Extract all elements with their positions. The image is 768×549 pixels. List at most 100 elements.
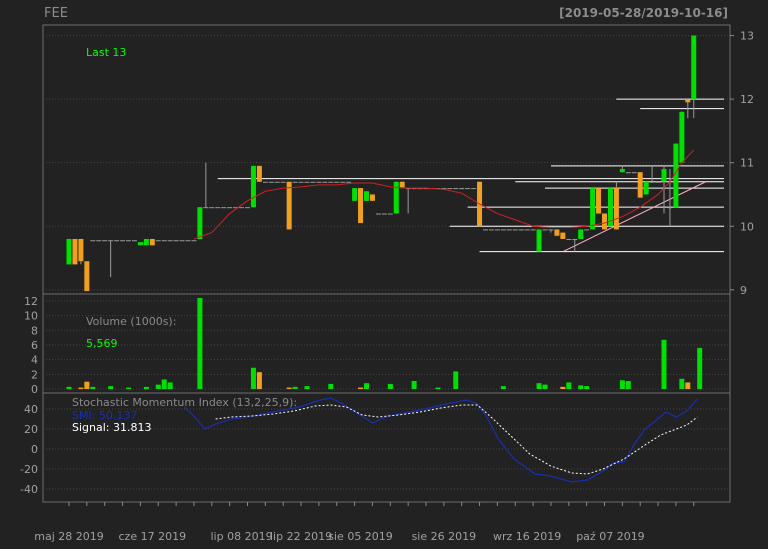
volume-bar bbox=[256, 372, 262, 390]
candle-body bbox=[536, 229, 542, 252]
candle-body bbox=[554, 229, 560, 236]
candle-body bbox=[126, 240, 131, 242]
x-axis-label: paź 07 2019 bbox=[576, 530, 644, 543]
volume-bar bbox=[90, 386, 96, 390]
x-axis-label: sie 05 2019 bbox=[328, 530, 393, 543]
chart-window: FEE [2019-05-28/2019-10-16] 9 10 11 12 13 0 2 4… bbox=[0, 0, 768, 549]
candle-body bbox=[203, 207, 209, 209]
volume-bar bbox=[161, 379, 167, 390]
candle-body bbox=[245, 207, 250, 209]
candle-body bbox=[619, 169, 625, 173]
volume-bar bbox=[500, 386, 506, 390]
candle-body bbox=[584, 229, 590, 231]
candle-body bbox=[310, 181, 316, 183]
volume-bar bbox=[328, 383, 334, 390]
candle-body bbox=[369, 194, 375, 201]
volume-bar bbox=[250, 367, 256, 390]
candle-body bbox=[167, 240, 173, 242]
candle-body bbox=[649, 181, 655, 183]
candle-body bbox=[316, 181, 322, 183]
candle-body bbox=[209, 207, 215, 209]
candle-body bbox=[506, 229, 512, 231]
price-chart: 910111213024681012-40-2002040maj 28 2019… bbox=[20, 24, 754, 543]
candle-body bbox=[447, 188, 453, 190]
volume-bar bbox=[197, 297, 203, 390]
signal-line bbox=[215, 404, 698, 475]
x-axis-label: cze 17 2019 bbox=[119, 530, 187, 543]
candle-body bbox=[471, 188, 477, 190]
candle-body bbox=[381, 213, 387, 215]
candle-body bbox=[215, 207, 221, 209]
smi-axis-label: 0 bbox=[31, 443, 38, 456]
candle-body bbox=[679, 111, 685, 163]
trend-line bbox=[562, 181, 706, 253]
candle-body bbox=[102, 240, 108, 242]
volume-bar bbox=[155, 384, 161, 390]
volume-bar bbox=[566, 382, 572, 390]
candle-body bbox=[340, 181, 346, 183]
volume-title: Volume (1000s): bbox=[86, 315, 176, 328]
volume-bar bbox=[108, 386, 114, 390]
volume-axis-label: 12 bbox=[24, 295, 38, 308]
volume-axis-label: 8 bbox=[31, 324, 38, 337]
signal-value: Signal: 31.813 bbox=[72, 421, 151, 434]
volume-bar bbox=[584, 386, 590, 390]
smi-axis-label: -20 bbox=[20, 463, 38, 476]
volume-bar bbox=[542, 384, 548, 390]
candle-body bbox=[185, 240, 191, 242]
volume-bar bbox=[435, 387, 441, 390]
candle-body bbox=[685, 99, 691, 103]
candle-body bbox=[661, 169, 667, 182]
volume-value: 5,569 bbox=[86, 337, 118, 350]
x-axis-label: sie 26 2019 bbox=[412, 530, 477, 543]
candle-body bbox=[566, 238, 572, 240]
candle-body bbox=[120, 240, 126, 242]
candle-body bbox=[548, 229, 554, 231]
candle-body bbox=[173, 240, 179, 242]
x-axis-label: lip 08 2019 bbox=[211, 530, 273, 543]
volume-bar bbox=[685, 382, 691, 390]
volume-bar bbox=[66, 386, 72, 390]
candle-body bbox=[459, 188, 465, 190]
candle-body bbox=[286, 181, 292, 230]
candle-body bbox=[274, 181, 280, 183]
candle-body bbox=[72, 238, 78, 265]
volume-axis-label: 2 bbox=[31, 368, 38, 381]
candle-body bbox=[512, 229, 518, 231]
volume-bar bbox=[536, 383, 542, 390]
volume-bar bbox=[167, 382, 173, 390]
candle-body bbox=[108, 240, 114, 242]
candle-body bbox=[667, 207, 673, 209]
candle-body bbox=[465, 188, 471, 190]
volume-bar bbox=[411, 380, 417, 390]
candle-body bbox=[280, 181, 286, 183]
candle-body bbox=[262, 181, 268, 183]
candle-body bbox=[364, 191, 369, 201]
candle-body bbox=[84, 261, 90, 292]
candle-body bbox=[268, 181, 274, 183]
volume-bar bbox=[697, 347, 703, 390]
volume-bar bbox=[661, 339, 667, 390]
x-axis-label: wrz 16 2019 bbox=[493, 530, 561, 543]
candle-body bbox=[483, 229, 488, 231]
x-axis-label: maj 28 2019 bbox=[34, 530, 104, 543]
volume-bar bbox=[358, 387, 364, 390]
candle-body bbox=[518, 229, 524, 231]
candle-body bbox=[161, 240, 167, 242]
volume-bar bbox=[143, 386, 149, 390]
volume-bar bbox=[126, 387, 131, 390]
volume-axis-label: 0 bbox=[31, 383, 38, 396]
candle-body bbox=[328, 181, 334, 183]
volume-bar bbox=[292, 386, 298, 390]
volume-bar bbox=[619, 380, 625, 390]
candle-body bbox=[298, 181, 304, 183]
volume-bar bbox=[560, 386, 566, 390]
price-axis-label: 10 bbox=[740, 220, 754, 233]
candle-body bbox=[334, 181, 340, 183]
candle-body bbox=[655, 181, 661, 183]
candle-body bbox=[375, 213, 381, 215]
candle-body bbox=[387, 213, 393, 215]
candle-body bbox=[691, 35, 697, 100]
candle-body bbox=[90, 240, 96, 242]
candle-body bbox=[179, 240, 185, 242]
